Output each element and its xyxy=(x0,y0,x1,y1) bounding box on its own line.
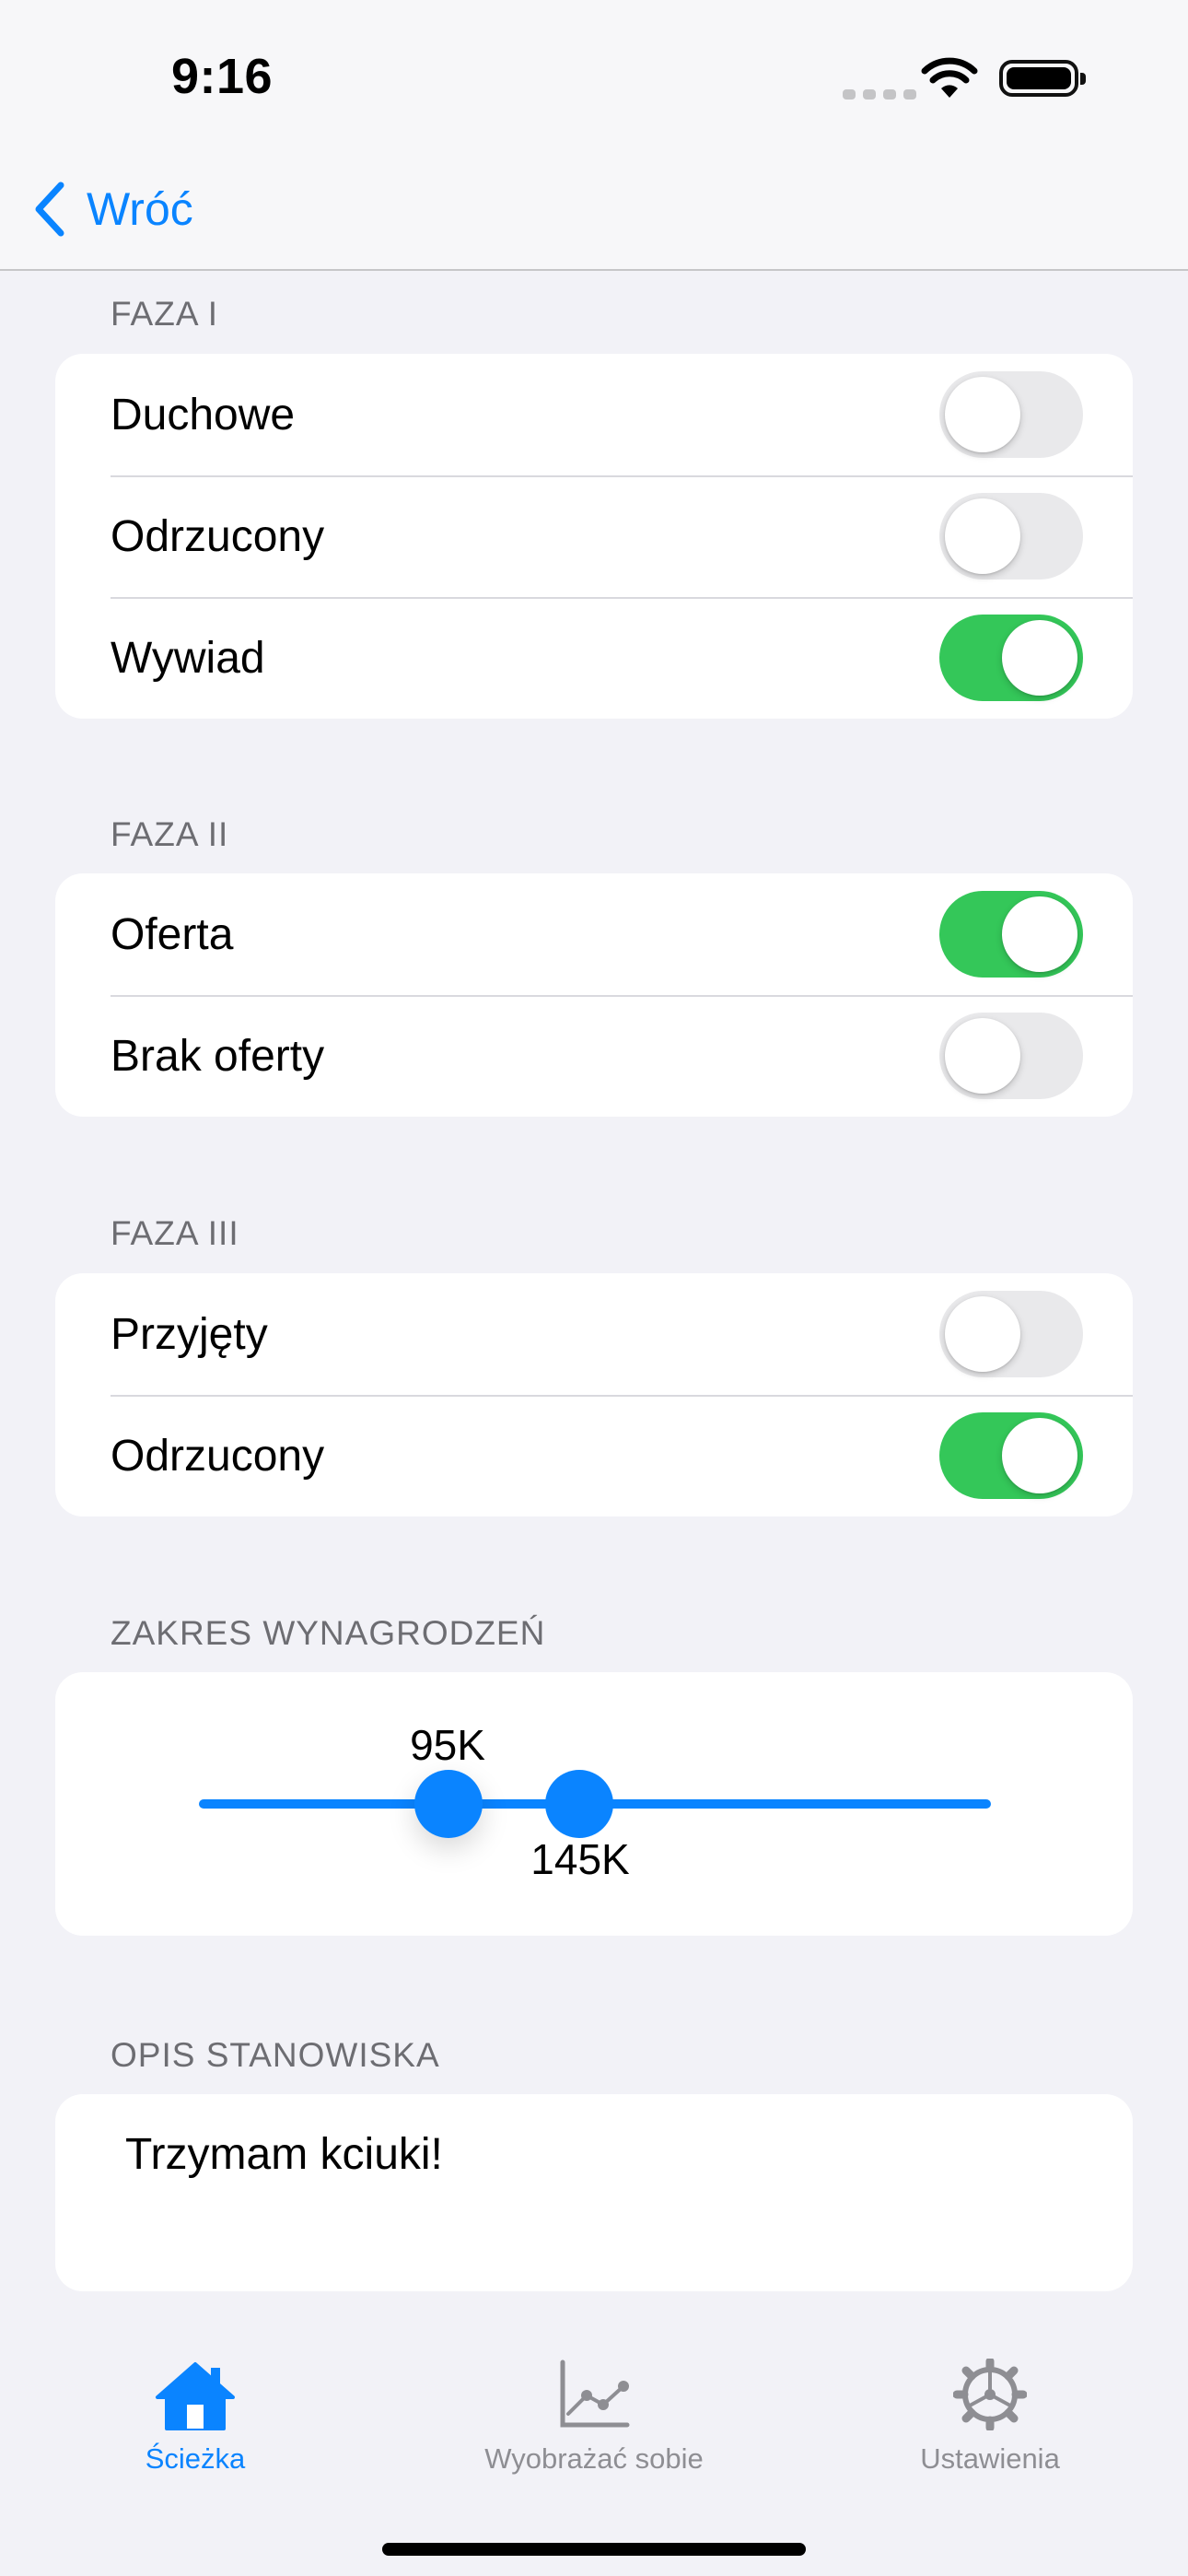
list-item: Brak oferty xyxy=(55,995,1133,1117)
back-button[interactable]: Wróć xyxy=(33,177,193,241)
list-item: Oferta xyxy=(55,873,1133,995)
toggle-label: Wywiad xyxy=(111,633,265,683)
cellular-signal-icon xyxy=(843,88,924,104)
battery-icon xyxy=(999,60,1086,97)
salary-range-card: 95K 145K xyxy=(55,1672,1133,1936)
odrzucony-phase-1-toggle[interactable] xyxy=(939,493,1083,580)
tab-label: Ustawienia xyxy=(920,2442,1060,2475)
toggle-knob xyxy=(1002,1418,1077,1493)
toggle-label: Duchowe xyxy=(111,390,296,439)
status-bar: 9:16 xyxy=(0,0,1188,157)
wywiad-toggle[interactable] xyxy=(939,615,1083,701)
gear-icon xyxy=(952,2357,1028,2432)
toggle-label: Brak oferty xyxy=(111,1031,325,1081)
brak-oferty-toggle[interactable] xyxy=(939,1013,1083,1099)
toggle-knob xyxy=(945,1296,1020,1372)
tab-label: Wyobrażać sobie xyxy=(484,2442,704,2475)
job-description-text: Trzymam kciuki! xyxy=(125,2130,443,2179)
toggle-label: Przyjęty xyxy=(111,1309,268,1359)
job-description-field[interactable]: Trzymam kciuki! xyxy=(55,2094,1133,2291)
list-item: Duchowe xyxy=(55,354,1133,475)
section-header-salary: ZAKRES WYNAGRODZEŃ xyxy=(111,1614,546,1652)
salary-min-thumb[interactable] xyxy=(414,1770,483,1838)
phase-2-card: Oferta Brak oferty xyxy=(55,873,1133,1117)
navigation-bar: Wróć xyxy=(0,157,1188,271)
chart-line-icon xyxy=(560,2359,630,2428)
duchowe-toggle[interactable] xyxy=(939,371,1083,458)
salary-max-thumb[interactable] xyxy=(545,1770,613,1838)
status-time: 9:16 xyxy=(171,49,274,104)
tab-label: Ścieżka xyxy=(145,2442,246,2475)
przyjety-toggle[interactable] xyxy=(939,1291,1083,1377)
salary-min-value: 95K xyxy=(410,1721,485,1769)
toggle-label: Oferta xyxy=(111,909,234,959)
section-header-description: OPIS STANOWISKA xyxy=(111,2036,440,2074)
salary-max-value: 145K xyxy=(530,1835,630,1883)
oferta-toggle[interactable] xyxy=(939,891,1083,978)
toggle-knob xyxy=(1002,896,1077,972)
toggle-knob xyxy=(945,498,1020,574)
tab-ustawienia[interactable]: Ustawienia xyxy=(898,2357,1082,2476)
section-header-faza-1: FAZA I xyxy=(111,295,219,333)
tab-wyobrazac-sobie[interactable]: Wyobrażać sobie xyxy=(465,2359,723,2476)
phase-1-card: Duchowe Odrzucony Wywiad xyxy=(55,354,1133,719)
list-item: Odrzucony xyxy=(55,1395,1133,1516)
toggle-knob xyxy=(1002,620,1077,696)
back-label: Wróć xyxy=(87,183,193,235)
list-item: Wywiad xyxy=(55,597,1133,719)
house-icon xyxy=(156,2362,235,2430)
phase-3-card: Przyjęty Odrzucony xyxy=(55,1273,1133,1516)
odrzucony-phase-3-toggle[interactable] xyxy=(939,1412,1083,1499)
list-item: Odrzucony xyxy=(55,475,1133,597)
toggle-knob xyxy=(945,1018,1020,1094)
section-header-faza-2: FAZA II xyxy=(111,815,229,853)
chevron-left-icon xyxy=(35,181,64,237)
list-item: Przyjęty xyxy=(55,1273,1133,1395)
toggle-label: Odrzucony xyxy=(111,511,325,561)
section-header-faza-3: FAZA III xyxy=(111,1214,239,1252)
tab-bar: Ścieżka Wyobrażać sobie Ustawienia xyxy=(0,2322,1188,2576)
toggle-label: Odrzucony xyxy=(111,1431,325,1481)
toggle-knob xyxy=(945,377,1020,452)
tab-sciezka[interactable]: Ścieżka xyxy=(103,2359,287,2476)
wifi-icon xyxy=(921,57,978,98)
home-indicator xyxy=(382,2543,806,2556)
